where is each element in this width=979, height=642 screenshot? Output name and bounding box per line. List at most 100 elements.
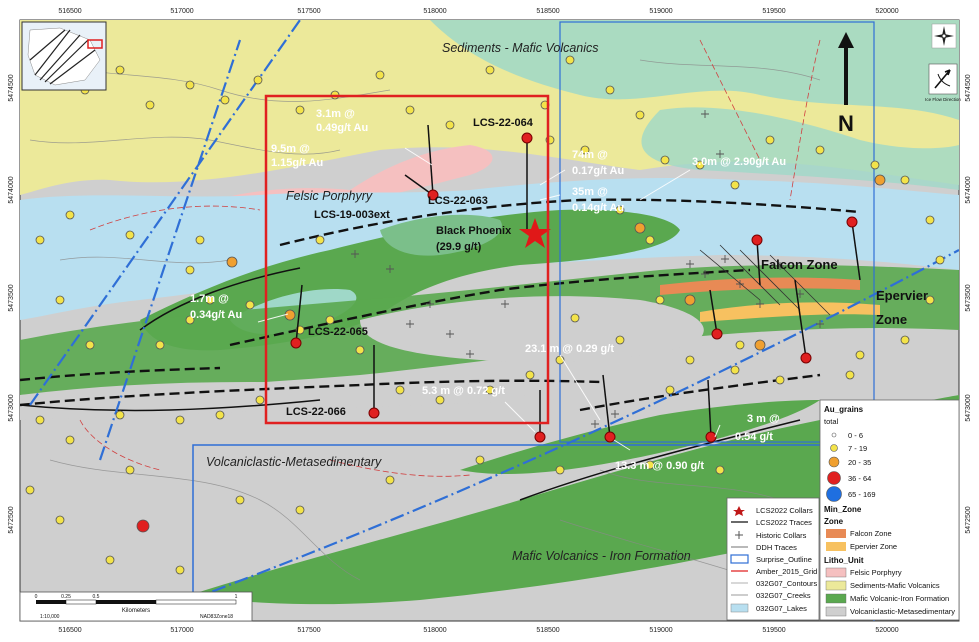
svg-text:LCS2022 Collars: LCS2022 Collars [756, 506, 813, 515]
svg-text:13.3 m @ 0.90 g/t: 13.3 m @ 0.90 g/t [615, 460, 704, 472]
svg-text:Zone: Zone [824, 517, 844, 526]
svg-text:0.17g/t Au: 0.17g/t Au [572, 165, 624, 177]
svg-text:1: 1 [235, 594, 238, 600]
svg-text:Felsic Porphyry: Felsic Porphyry [850, 568, 902, 577]
svg-text:032G07_Lakes: 032G07_Lakes [756, 604, 807, 613]
svg-text:(29.9 g/t): (29.9 g/t) [436, 241, 482, 253]
svg-text:0.54 g/t: 0.54 g/t [735, 431, 773, 443]
svg-text:LCS-22-064: LCS-22-064 [473, 117, 534, 129]
svg-text:5473500: 5473500 [965, 284, 972, 311]
au-grains-36-64 [136, 519, 150, 533]
svg-text:519000: 519000 [649, 8, 672, 15]
svg-text:517500: 517500 [297, 8, 320, 15]
svg-text:518500: 518500 [536, 627, 559, 634]
svg-text:Epervier Zone: Epervier Zone [850, 542, 897, 551]
svg-text:518500: 518500 [536, 8, 559, 15]
au-class-4-icon [826, 486, 842, 502]
legend-left: LCS2022 Collars LCS2022 Traces Historic … [726, 497, 820, 621]
svg-text:Mafic Volcanic-Iron Formation: Mafic Volcanic-Iron Formation [850, 594, 949, 603]
sediments-swatch [825, 580, 847, 591]
svg-text:519500: 519500 [762, 8, 785, 15]
svg-text:Volcaniclastic-Metasedimentary: Volcaniclastic-Metasedimentary [850, 607, 955, 616]
svg-text:520000: 520000 [875, 627, 898, 634]
label-felsic: Felsic Porphyry [286, 189, 373, 203]
svg-text:Min_Zone: Min_Zone [824, 505, 862, 514]
ice-flow-direction-icon: Ice Flow Direction [925, 63, 961, 102]
svg-text:Falcon Zone: Falcon Zone [850, 529, 892, 538]
svg-text:LCS2022 Traces: LCS2022 Traces [756, 518, 812, 527]
svg-text:518000: 518000 [423, 8, 446, 15]
svg-text:Litho_Unit: Litho_Unit [824, 556, 864, 565]
svg-text:5474500: 5474500 [8, 74, 15, 101]
falcon-swatch [826, 529, 846, 538]
au-class-3-icon [827, 471, 841, 485]
svg-text:Black Phoenix: Black Phoenix [436, 225, 512, 237]
au-class-2-icon [828, 456, 840, 468]
volcaniclastic-swatch [825, 606, 847, 617]
svg-text:Historic Collars: Historic Collars [756, 531, 807, 540]
svg-text:Amber_2015_Grid: Amber_2015_Grid [756, 567, 817, 576]
svg-text:N: N [838, 111, 854, 136]
svg-text:3.0m @ 2.90g/t Au: 3.0m @ 2.90g/t Au [692, 156, 786, 168]
svg-text:Au_grains: Au_grains [824, 405, 864, 414]
svg-text:7 - 19: 7 - 19 [848, 444, 867, 453]
svg-text:Surprise_Outline: Surprise_Outline [756, 555, 812, 564]
svg-text:0.14g/t Au: 0.14g/t Au [572, 202, 624, 214]
svg-text:LCS-22-066: LCS-22-066 [286, 406, 346, 418]
svg-text:20 - 35: 20 - 35 [848, 458, 871, 467]
svg-text:Sediments-Mafic Volcanics: Sediments-Mafic Volcanics [850, 581, 940, 590]
label-epervier: Epervier [876, 288, 928, 303]
svg-text:5474500: 5474500 [965, 74, 972, 101]
epervier-swatch [826, 542, 846, 551]
svg-text:1.15g/t Au: 1.15g/t Au [271, 157, 323, 169]
svg-text:517500: 517500 [297, 627, 320, 634]
svg-text:0.25: 0.25 [61, 594, 71, 600]
svg-text:517000: 517000 [170, 627, 193, 634]
svg-text:5472500: 5472500 [965, 506, 972, 533]
felsic-swatch [825, 567, 847, 578]
svg-text:Kilometers: Kilometers [122, 608, 150, 614]
au-class-0-icon [831, 432, 837, 438]
svg-text:9.5m @: 9.5m @ [271, 143, 310, 155]
mafic-swatch [825, 593, 847, 604]
legend-right: Au_grains total 0 - 6 7 - 19 20 - 35 36 … [819, 399, 960, 621]
svg-text:5473500: 5473500 [8, 284, 15, 311]
svg-text:516500: 516500 [58, 8, 81, 15]
label-sediments: Sediments - Mafic Volcanics [442, 41, 599, 55]
svg-text:516500: 516500 [58, 627, 81, 634]
map-frame: 516500 517000 517500 518000 518500 51900… [0, 0, 979, 637]
svg-text:0 - 6: 0 - 6 [848, 431, 863, 440]
svg-text:5474000: 5474000 [8, 176, 15, 203]
label-volcaniclastic: Volcaniclastic-Metasedimentary [206, 455, 382, 469]
svg-text:LCS-19-003ext: LCS-19-003ext [314, 209, 390, 221]
svg-text:5473000: 5473000 [965, 394, 972, 421]
svg-text:519500: 519500 [762, 627, 785, 634]
svg-text:0: 0 [35, 594, 38, 600]
au-class-1-icon [830, 444, 838, 452]
svg-text:LCS-22-063: LCS-22-063 [428, 195, 488, 207]
label-mafic: Mafic Volcanics - Iron Formation [512, 549, 691, 563]
svg-text:36 - 64: 36 - 64 [848, 474, 871, 483]
svg-text:032G07_Contours: 032G07_Contours [756, 579, 818, 588]
svg-text:0.34g/t Au: 0.34g/t Au [190, 309, 242, 321]
svg-text:5474000: 5474000 [965, 176, 972, 203]
svg-text:74m @: 74m @ [572, 149, 608, 161]
svg-text:032G07_Creeks: 032G07_Creeks [756, 591, 811, 600]
svg-text:0.49g/t Au: 0.49g/t Au [316, 122, 368, 134]
svg-text:1.7m @: 1.7m @ [190, 293, 229, 305]
svg-text:3 m @: 3 m @ [747, 413, 780, 425]
svg-text:519000: 519000 [649, 627, 672, 634]
label-epervier-zone: Zone [876, 312, 907, 327]
svg-text:total: total [824, 417, 839, 426]
svg-text:5472500: 5472500 [8, 506, 15, 533]
svg-text:35m @: 35m @ [572, 186, 608, 198]
svg-text:DDH Traces: DDH Traces [756, 543, 797, 552]
inset-map [21, 21, 107, 91]
svg-text:0.5: 0.5 [93, 594, 100, 600]
svg-text:1:10,000: 1:10,000 [40, 614, 60, 620]
lake-icon [730, 603, 749, 613]
svg-text:5.3 m @ 0.72 g/t: 5.3 m @ 0.72 g/t [422, 385, 505, 397]
svg-text:65 - 169: 65 - 169 [848, 490, 876, 499]
svg-text:3.1m @: 3.1m @ [316, 108, 355, 120]
svg-text:518000: 518000 [423, 627, 446, 634]
